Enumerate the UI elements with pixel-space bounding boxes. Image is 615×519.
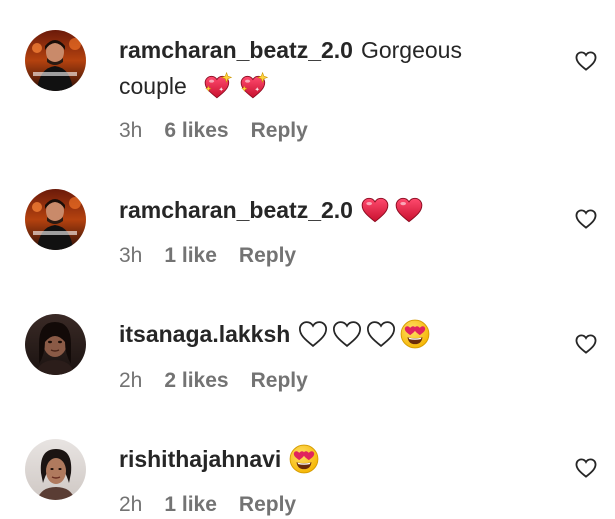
avatar[interactable]	[25, 30, 86, 91]
comment-meta: 3h 6 likes Reply	[119, 117, 308, 145]
heart-outline-icon	[575, 458, 597, 478]
white-heart-icon	[298, 320, 328, 348]
reply-button[interactable]: Reply	[251, 367, 308, 395]
like-button[interactable]	[575, 51, 597, 71]
white-heart-icon	[366, 320, 396, 348]
heart-eyes-face-icon	[289, 444, 319, 474]
timestamp: 2h	[119, 369, 143, 392]
red-heart-icon	[361, 197, 389, 223]
emoji-row	[361, 197, 423, 223]
red-heart-icon	[395, 197, 423, 223]
reply-button[interactable]: Reply	[239, 491, 296, 519]
like-button[interactable]	[575, 458, 597, 478]
heart-outline-icon	[575, 51, 597, 71]
reply-button[interactable]: Reply	[239, 242, 296, 270]
profile-photo-icon	[25, 30, 86, 91]
timestamp: 2h	[119, 493, 143, 516]
username[interactable]: rishithajahnavi	[119, 446, 281, 472]
comment-text: ramcharan_beatz_2.0 Gorgeous couple	[119, 32, 549, 104]
like-button[interactable]	[575, 334, 597, 354]
username[interactable]: ramcharan_beatz_2.0	[119, 37, 353, 63]
comment-message-line2: couple	[119, 73, 187, 99]
profile-photo-icon	[25, 314, 86, 375]
avatar[interactable]	[25, 439, 86, 500]
sparkling-heart-icon	[239, 72, 269, 100]
heart-eyes-face-icon	[400, 319, 430, 349]
emoji-row	[203, 72, 269, 100]
comment-meta: 2h 1 like Reply	[119, 491, 296, 519]
emoji-row	[289, 444, 319, 474]
username[interactable]: itsanaga.lakksh	[119, 321, 290, 347]
comment-text: rishithajahnavi	[119, 441, 549, 477]
like-button[interactable]	[575, 209, 597, 229]
comment-text: itsanaga.lakksh	[119, 316, 549, 352]
emoji-row	[298, 319, 430, 349]
comment-message: Gorgeous	[360, 37, 462, 63]
heart-outline-icon	[575, 209, 597, 229]
white-heart-icon	[332, 320, 362, 348]
timestamp: 3h	[119, 119, 143, 142]
comment-meta: 3h 1 like Reply	[119, 242, 296, 270]
heart-outline-icon	[575, 334, 597, 354]
username[interactable]: ramcharan_beatz_2.0	[119, 197, 353, 223]
avatar[interactable]	[25, 189, 86, 250]
likes-count[interactable]: 2 likes	[164, 367, 228, 395]
likes-count[interactable]: 1 like	[164, 242, 217, 270]
comment-meta: 2h 2 likes Reply	[119, 367, 308, 395]
reply-button[interactable]: Reply	[251, 117, 308, 145]
sparkling-heart-icon	[203, 72, 233, 100]
profile-photo-icon	[25, 439, 86, 500]
likes-count[interactable]: 1 like	[164, 491, 217, 519]
profile-photo-icon	[25, 189, 86, 250]
avatar[interactable]	[25, 314, 86, 375]
likes-count[interactable]: 6 likes	[164, 117, 228, 145]
timestamp: 3h	[119, 244, 143, 267]
comment-text: ramcharan_beatz_2.0	[119, 192, 549, 228]
